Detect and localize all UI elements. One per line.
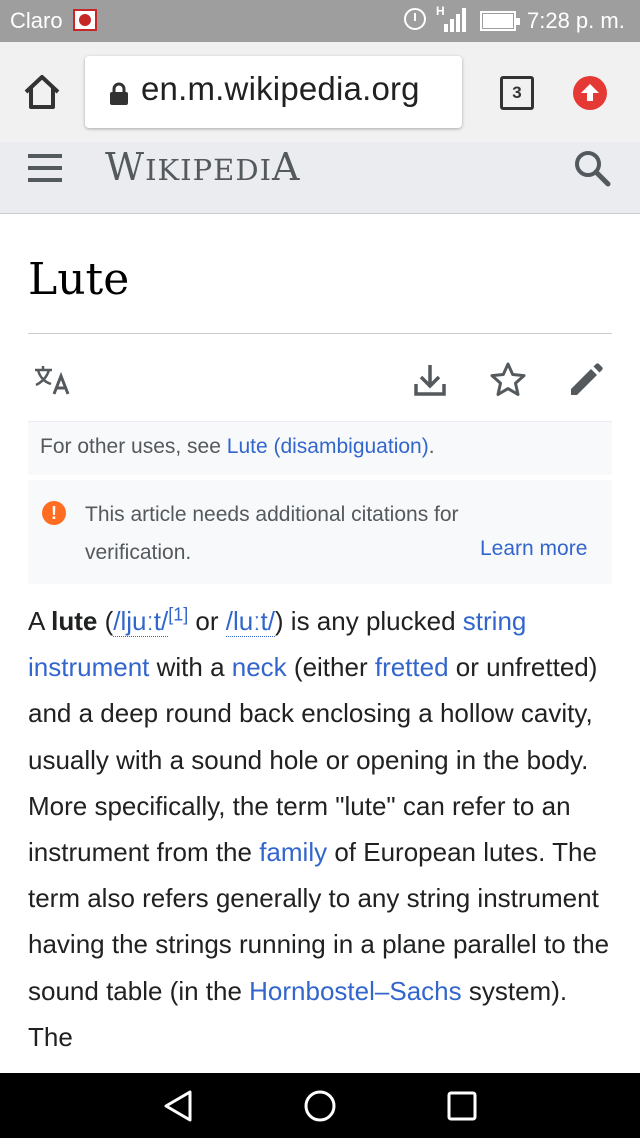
wordmark-first: W: [105, 145, 146, 189]
wikipedia-wordmark[interactable]: WIKIPEDIA: [105, 145, 300, 189]
text-run: or unfretted) and a deep round back encl…: [28, 652, 598, 868]
wordmark-last: A: [272, 145, 301, 189]
hatnote-suffix: .: [428, 435, 435, 458]
tabs-icon[interactable]: 3: [500, 76, 534, 110]
reference-link[interactable]: [1]: [168, 604, 188, 624]
recents-icon[interactable]: [442, 1087, 482, 1125]
text-run: A: [28, 606, 52, 636]
update-icon[interactable]: [573, 76, 607, 110]
learn-more-link[interactable]: Learn more: [480, 537, 587, 561]
hatnote: For other uses, see Lute (disambiguation…: [28, 421, 612, 475]
home-nav-icon[interactable]: [300, 1087, 340, 1125]
home-icon[interactable]: [20, 70, 64, 114]
ipa-link[interactable]: /ljuːt/: [113, 606, 169, 637]
issue-notice[interactable]: ! This article needs additional citation…: [28, 480, 612, 584]
edit-icon[interactable]: [566, 360, 606, 400]
url-text: en.m.wikipedia.org: [141, 70, 420, 107]
lock-icon: [109, 82, 129, 105]
text-run: ) is any plucked: [274, 606, 463, 636]
language-icon[interactable]: [32, 362, 72, 402]
title-divider: [28, 333, 612, 334]
wordmark-middle: IKIPEDI: [145, 153, 273, 187]
carrier-name: Claro: [10, 8, 63, 33]
download-icon[interactable]: [410, 360, 450, 400]
battery-icon: [480, 11, 520, 31]
star-icon[interactable]: [488, 360, 528, 400]
url-bar[interactable]: en.m.wikipedia.org: [85, 56, 462, 128]
hatnote-link[interactable]: Lute (disambiguation): [227, 435, 429, 458]
issue-text: This article needs additional citations …: [85, 503, 459, 564]
article-paragraph: A lute (/ljuːt/[1] or /luːt/) is any plu…: [28, 598, 618, 1060]
hatnote-prefix: For other uses, see: [40, 435, 227, 458]
link-neck[interactable]: neck: [232, 652, 287, 682]
search-icon[interactable]: [572, 148, 612, 188]
system-nav-bar: [0, 1073, 640, 1138]
network-type: H: [436, 4, 445, 18]
page-title: Lute: [28, 254, 130, 305]
status-bar: Claro H 7:28 p. m.: [0, 0, 640, 42]
back-icon[interactable]: [158, 1087, 198, 1125]
text-run: (: [97, 606, 114, 636]
text-run: or: [188, 606, 226, 636]
signal-icon: H: [432, 4, 468, 34]
wikipedia-header: [0, 142, 640, 214]
clock: 7:28 p. m.: [527, 8, 625, 33]
text-run: (either: [286, 652, 375, 683]
ipa-link[interactable]: /luːt/: [225, 606, 275, 637]
link-family[interactable]: family: [259, 837, 327, 867]
bold-term: lute: [51, 606, 98, 636]
carrier-app-icon: [73, 9, 97, 31]
menu-icon[interactable]: [28, 154, 62, 182]
warning-icon: !: [42, 501, 66, 525]
link-hornbostel-sachs[interactable]: Hornbostel–Sachs: [249, 976, 461, 1006]
alarm-icon: [404, 8, 426, 30]
link-fretted[interactable]: fretted: [375, 652, 449, 682]
text-run: with a: [149, 652, 232, 683]
